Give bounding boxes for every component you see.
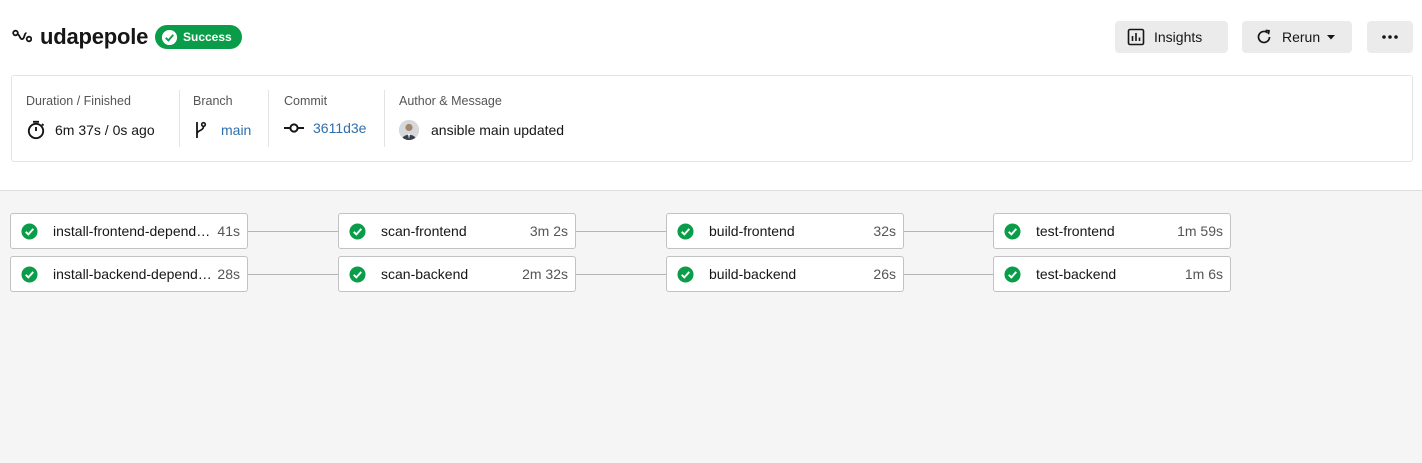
bar-chart-icon xyxy=(1127,28,1145,46)
commit-message: ansible main updated xyxy=(431,122,565,138)
job-test-frontend[interactable]: test-frontend 1m 59s xyxy=(993,213,1231,249)
job-install-backend-dependencies[interactable]: install-backend-dependencies 28s xyxy=(10,256,248,292)
success-check-icon xyxy=(1004,265,1021,283)
chevron-down-icon xyxy=(1327,35,1336,40)
pipeline-header: udapepole Success Insights Rerun xyxy=(0,0,1422,75)
rerun-icon xyxy=(1257,29,1271,44)
branch-value: main xyxy=(193,120,251,140)
job-name: install-backend-dependencies xyxy=(53,266,214,282)
job-name: scan-frontend xyxy=(381,223,467,239)
job-name: test-backend xyxy=(1036,266,1117,282)
job-connector xyxy=(247,231,339,232)
job-duration: 26s xyxy=(873,266,896,282)
workflow-graph: install-frontend-dependencies 41s scan-f… xyxy=(0,190,1422,463)
duration-text: 6m 37s / 0s ago xyxy=(55,122,155,138)
author-value: ansible main updated xyxy=(399,120,564,140)
check-circle-icon xyxy=(161,29,178,45)
job-duration: 41s xyxy=(217,223,240,239)
commit-icon xyxy=(284,123,304,133)
success-check-icon xyxy=(349,265,366,283)
success-check-icon xyxy=(21,265,38,283)
status-badge-label: Success xyxy=(183,30,232,44)
job-connector xyxy=(247,274,339,275)
job-duration: 2m 32s xyxy=(522,266,568,282)
job-scan-backend[interactable]: scan-backend 2m 32s xyxy=(338,256,576,292)
job-duration: 3m 2s xyxy=(529,223,568,239)
duration-label: Duration / Finished xyxy=(26,94,131,108)
rerun-button[interactable]: Rerun xyxy=(1242,21,1352,53)
job-name: build-frontend xyxy=(709,223,795,239)
commit-value: 3611d3e xyxy=(284,120,366,136)
timer-icon xyxy=(27,120,45,140)
job-scan-frontend[interactable]: scan-frontend 3m 2s xyxy=(338,213,576,249)
job-duration: 1m 59s xyxy=(1177,223,1223,239)
pipeline-info-card: Duration / Finished 6m 37s / 0s ago Bran… xyxy=(11,75,1413,162)
job-install-frontend-dependencies[interactable]: install-frontend-dependencies 41s xyxy=(10,213,248,249)
rerun-button-label: Rerun xyxy=(1282,29,1321,45)
branch-link[interactable]: main xyxy=(221,122,251,138)
workflow-icon xyxy=(12,29,32,43)
divider xyxy=(268,90,269,147)
more-horizontal-icon xyxy=(1382,35,1398,39)
job-name: install-frontend-dependencies xyxy=(53,223,213,239)
more-actions-button[interactable] xyxy=(1367,21,1413,53)
success-check-icon xyxy=(1004,222,1021,240)
job-build-frontend[interactable]: build-frontend 32s xyxy=(666,213,904,249)
duration-value: 6m 37s / 0s ago xyxy=(26,120,155,140)
commit-label: Commit xyxy=(284,94,328,108)
success-check-icon xyxy=(677,265,694,283)
page-title: udapepole xyxy=(40,24,149,49)
job-connector xyxy=(902,231,994,232)
avatar[interactable] xyxy=(399,120,419,140)
job-build-backend[interactable]: build-backend 26s xyxy=(666,256,904,292)
job-name: scan-backend xyxy=(381,266,469,282)
success-check-icon xyxy=(21,222,38,240)
commit-link[interactable]: 3611d3e xyxy=(313,120,366,136)
job-duration: 1m 6s xyxy=(1184,266,1223,282)
job-duration: 32s xyxy=(873,223,896,239)
job-connector xyxy=(575,231,667,232)
branch-icon xyxy=(196,121,207,138)
job-connector xyxy=(902,274,994,275)
insights-button[interactable]: Insights xyxy=(1115,21,1228,53)
author-label: Author & Message xyxy=(399,94,502,108)
branch-label: Branch xyxy=(193,94,233,108)
status-badge: Success xyxy=(155,25,242,49)
job-name: test-frontend xyxy=(1036,223,1115,239)
job-connector xyxy=(575,274,667,275)
insights-button-label: Insights xyxy=(1154,29,1203,45)
job-test-backend[interactable]: test-backend 1m 6s xyxy=(993,256,1231,292)
success-check-icon xyxy=(349,222,366,240)
job-name: build-backend xyxy=(709,266,797,282)
success-check-icon xyxy=(677,222,694,240)
job-duration: 28s xyxy=(217,266,240,282)
divider xyxy=(384,90,385,147)
divider xyxy=(179,90,180,147)
